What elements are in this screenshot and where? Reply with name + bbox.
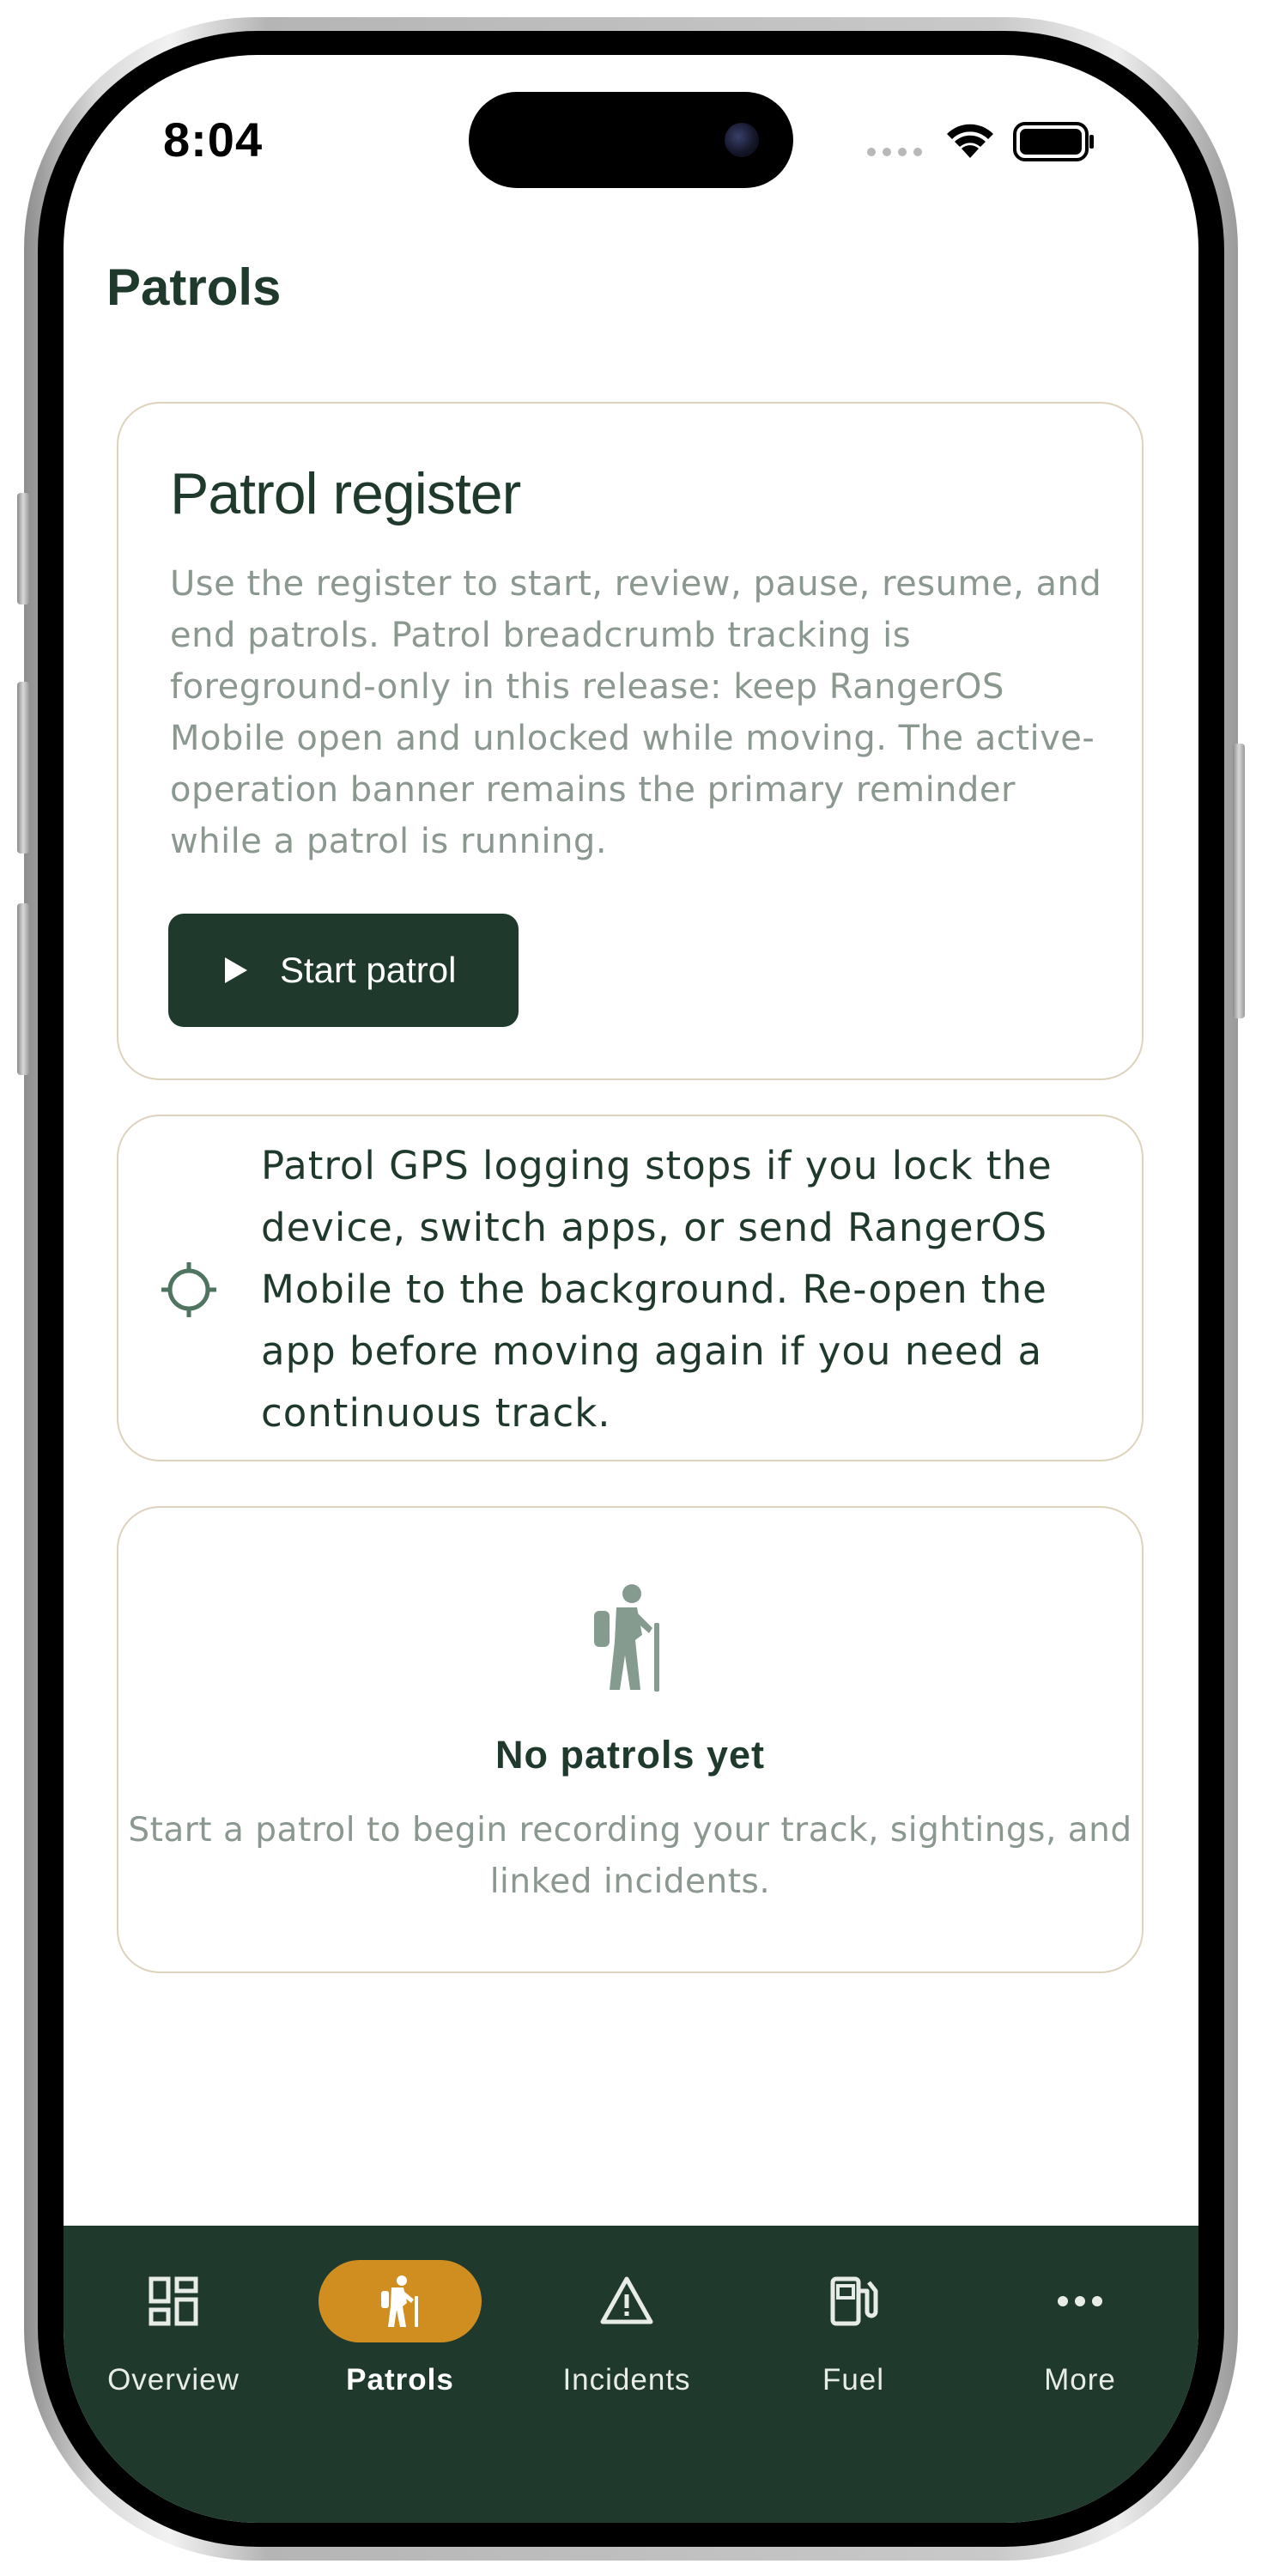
empty-state-description: Start a patrol to begin recording your t… (128, 1811, 1132, 1901)
wifi-icon (947, 124, 993, 158)
gps-notice-text: Patrol GPS logging stops if you lock the… (261, 1143, 1053, 1436)
nav-icon-wrap-incidents (545, 2260, 708, 2342)
nav-label-fuel: Fuel (822, 2363, 885, 2397)
hiker-icon (594, 1584, 659, 1692)
nav-label-patrols: Patrols (346, 2363, 454, 2397)
page-title: Patrols (106, 258, 282, 316)
patrol-register-card: Patrol register Use the register to star… (117, 402, 1144, 1080)
volume-down-button (17, 903, 29, 1075)
nav-item-patrols[interactable]: Patrols (297, 2226, 503, 2432)
nav-label-incidents: Incidents (562, 2363, 691, 2397)
nav-icon-wrap-patrols (319, 2260, 482, 2342)
nav-item-fuel[interactable]: Fuel (750, 2226, 956, 2432)
nav-icon-wrap-fuel (772, 2260, 935, 2342)
more-icon (1058, 2296, 1102, 2306)
dashboard-icon (149, 2276, 198, 2326)
register-description: Use the register to start, review, pause… (170, 564, 1102, 861)
nav-icon-wrap-more (998, 2260, 1162, 2342)
gps-notice-card: Patrol GPS logging stops if you lock the… (117, 1115, 1144, 1461)
battery-icon (1013, 122, 1094, 161)
nav-label-overview: Overview (107, 2363, 240, 2397)
volume-up-button (17, 682, 29, 854)
nav-icon-wrap-overview (92, 2260, 255, 2342)
dynamic-island (469, 92, 793, 188)
empty-state-title: No patrols yet (494, 1733, 766, 1777)
status-time: 8:04 (163, 112, 264, 167)
cellular-signal-icon (867, 148, 922, 156)
nav-item-more[interactable]: More (977, 2226, 1183, 2432)
front-camera (725, 123, 759, 157)
warning-icon (600, 2276, 653, 2324)
crosshair-icon (161, 1262, 216, 1317)
play-icon (225, 957, 247, 983)
nav-label-more: More (1044, 2363, 1116, 2397)
fuel-pump-icon (830, 2276, 878, 2326)
hiker-icon (381, 2275, 418, 2327)
empty-state-card: No patrols yet Start a patrol to begin r… (117, 1506, 1144, 1973)
power-button (1233, 744, 1245, 1018)
start-patrol-button[interactable]: Start patrol (168, 914, 519, 1027)
nav-item-overview[interactable]: Overview (70, 2226, 276, 2432)
start-patrol-label: Start patrol (280, 950, 457, 990)
bottom-navigation: Overview Patrols Incidents Fuel More (64, 2226, 1198, 2523)
register-title: Patrol register (170, 461, 521, 526)
nav-item-incidents[interactable]: Incidents (524, 2226, 730, 2432)
app-screen: 8:04 Patrols Patrol register Use the reg… (64, 55, 1198, 2523)
action-button (17, 493, 29, 605)
